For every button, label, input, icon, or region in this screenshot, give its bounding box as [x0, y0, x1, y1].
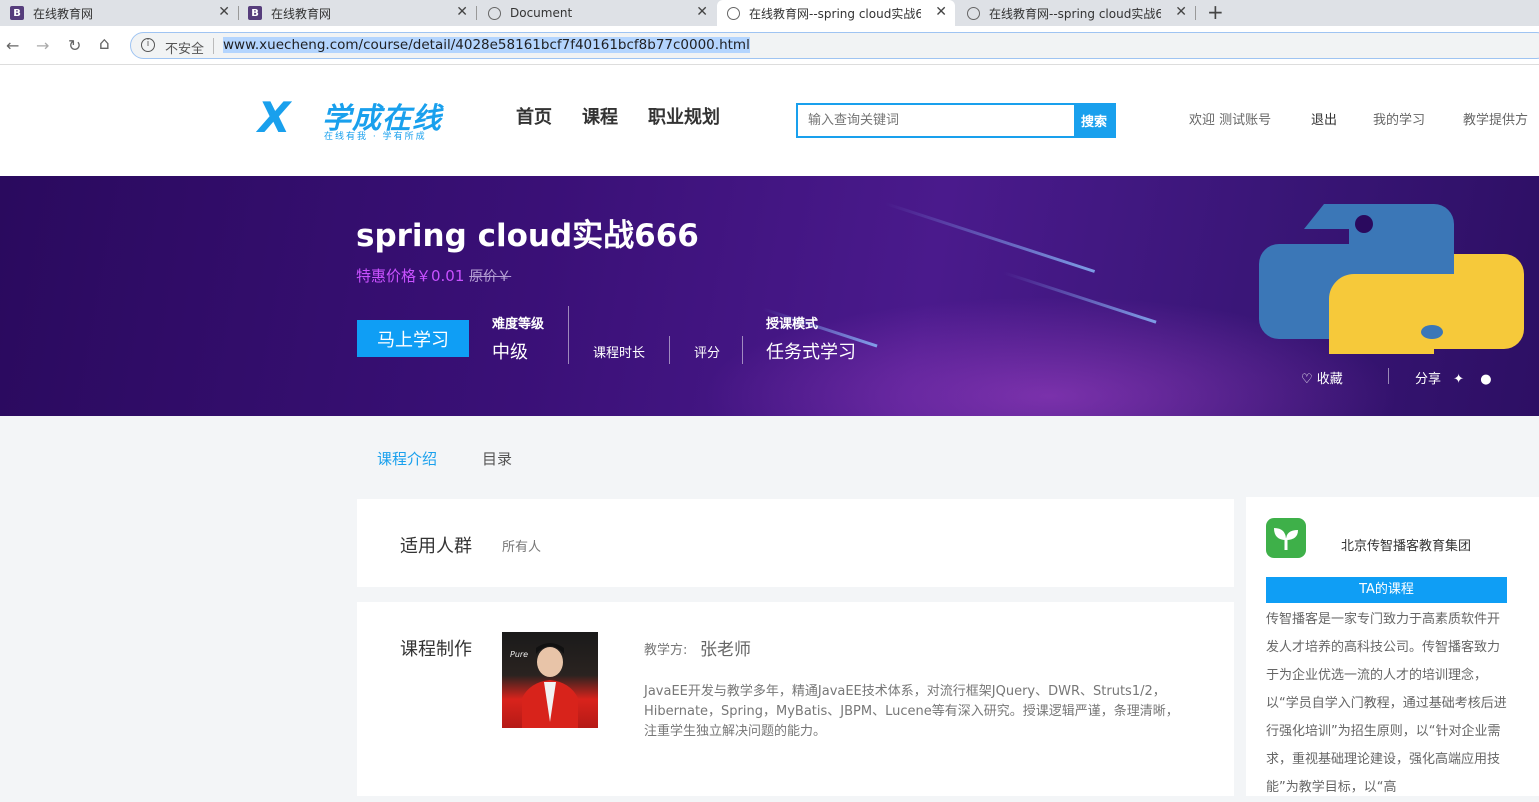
browser-tab-bar: B 在线教育网 ✕ B 在线教育网 ✕ Document ✕ 在线教育网--sp… [0, 0, 1539, 26]
globe-icon [727, 6, 740, 20]
close-icon[interactable]: ✕ [935, 4, 947, 20]
sprout-logo-icon [1266, 518, 1306, 558]
difficulty-label: 难度等级 [492, 317, 545, 332]
sprout-icon [1274, 528, 1298, 550]
tab-title: 在线教育网 [33, 6, 94, 21]
banner-streak [884, 202, 1096, 273]
stat-divider [568, 306, 569, 364]
globe-icon [967, 6, 980, 20]
course-title: spring cloud实战666 [356, 218, 699, 254]
python-logo-icon [1259, 204, 1524, 354]
browser-tab[interactable]: Document ✕ [478, 0, 716, 26]
ta-courses-button[interactable]: TA的课程 [1266, 577, 1507, 603]
tab-separator [476, 6, 477, 20]
action-divider [1388, 368, 1389, 384]
teacher-photo-drawing [522, 643, 578, 728]
wechat-icon[interactable]: ✦ [1453, 372, 1464, 387]
photo-caption: Pure [510, 650, 529, 659]
search-input[interactable] [798, 105, 1076, 136]
omnibox-divider [213, 38, 214, 54]
stat-divider [742, 336, 743, 364]
nav-home[interactable]: 首页 [516, 103, 552, 129]
teacher-name: 张老师 [700, 640, 751, 660]
browser-tab[interactable]: B 在线教育网 ✕ [0, 0, 239, 26]
mode-label: 授课模式 [766, 317, 819, 332]
organization-card: 北京传智播客教育集团 TA的课程 传智播客是一家专门致力于高素质软件开发人才培养… [1246, 497, 1539, 796]
bio-line: 注重学生独立解决问题的能力。 [644, 724, 827, 739]
home-icon[interactable]: ⌂ [99, 34, 110, 54]
audience-card: 适用人群 所有人 [357, 499, 1234, 587]
new-tab-button[interactable]: + [1207, 0, 1224, 26]
my-learning-link[interactable]: 我的学习 [1373, 109, 1425, 128]
course-banner: spring cloud实战666 特惠价格￥0.01 原价￥ 马上学习 难度等… [0, 176, 1539, 416]
organization-description: 传智播客是一家专门致力于高素质软件开发人才培养的高科技公司。传智播客致力于为企业… [1266, 612, 1507, 795]
audience-title: 适用人群 [400, 536, 472, 557]
logo-slogan: 在线有我 · 学有所成 [324, 132, 427, 142]
production-title: 课程制作 [400, 639, 472, 660]
forward-icon[interactable]: → [36, 36, 49, 55]
browser-tab[interactable]: B 在线教育网 ✕ [238, 0, 477, 26]
close-icon[interactable]: ✕ [696, 4, 708, 20]
browser-tab-active[interactable]: 在线教育网--spring cloud实战666 ✕ [717, 0, 955, 26]
sale-price: 特惠价格￥0.01 [356, 267, 465, 285]
tab-title: 在线教育网--spring cloud实战666 [989, 6, 1161, 21]
favorite-label: 收藏 [1316, 372, 1343, 387]
bio-line: Hibernate，Spring，MyBatis、JBPM、Lucene等有深入… [644, 704, 1179, 719]
share-label: 分享 [1415, 372, 1442, 387]
security-label[interactable]: 不安全 [165, 38, 204, 57]
close-icon[interactable]: ✕ [456, 4, 468, 20]
tab-title: Document [510, 6, 573, 20]
search-button[interactable]: 搜索 [1074, 105, 1114, 136]
close-icon[interactable]: ✕ [218, 4, 230, 20]
tab-title: 在线教育网--spring cloud实战666 [749, 6, 921, 21]
site-header: X 学成在线 在线有我 · 学有所成 首页 课程 职业规划 搜索 欢迎 测试账号… [0, 65, 1539, 176]
teacher-photo: Pure [502, 632, 598, 728]
logout-link[interactable]: 退出 [1311, 109, 1337, 128]
tab-title: 在线教育网 [271, 6, 332, 21]
bootstrap-icon: B [10, 6, 24, 20]
main-nav: 首页 课程 职业规划 [516, 103, 720, 129]
address-bar-row: ← → ↻ ⌂ i 不安全 www.xuecheng.com/course/de… [0, 26, 1539, 65]
reload-icon[interactable]: ↻ [68, 36, 81, 55]
bio-line: JavaEE开发与教学多年，精通JavaEE技术体系，对流行框架JQuery、D… [644, 684, 1166, 699]
search-box: 搜索 [796, 103, 1116, 138]
welcome-text: 欢迎 测试账号 [1189, 113, 1272, 128]
back-icon[interactable]: ← [6, 36, 19, 55]
course-tabs: 课程介绍 目录 [377, 448, 512, 469]
nav-career[interactable]: 职业规划 [648, 103, 720, 129]
nav-courses[interactable]: 课程 [582, 103, 618, 129]
tab-separator [1195, 6, 1196, 20]
teacher-bio: JavaEE开发与教学多年，精通JavaEE技术体系，对流行框架JQuery、D… [644, 682, 1204, 742]
duration-label: 课程时长 [593, 346, 646, 361]
bootstrap-icon: B [248, 6, 262, 20]
mode-value: 任务式学习 [766, 342, 856, 363]
course-price: 特惠价格￥0.01 原价￥ [356, 265, 511, 286]
production-card: 课程制作 教学方: 张老师 JavaEE开发与教学多年，精通JavaEE技术体系… [357, 602, 1234, 796]
provider-link[interactable]: 教学提供方 [1463, 109, 1528, 128]
tab-catalog[interactable]: 目录 [482, 448, 512, 469]
teacher-label: 教学方: [644, 643, 688, 658]
heart-icon: ♡ [1301, 372, 1313, 387]
close-icon[interactable]: ✕ [1175, 4, 1187, 20]
stat-divider [669, 336, 670, 364]
start-learning-button[interactable]: 马上学习 [357, 320, 469, 357]
difficulty-value: 中级 [492, 342, 528, 363]
audience-value: 所有人 [502, 540, 542, 555]
info-icon[interactable]: i [141, 38, 155, 52]
original-price: 原价￥ [469, 269, 512, 285]
qq-icon[interactable]: ● [1480, 372, 1491, 387]
rating-label: 评分 [694, 346, 721, 361]
tab-course-intro[interactable]: 课程介绍 [377, 448, 437, 469]
omnibox[interactable]: i 不安全 www.xuecheng.com/course/detail/402… [130, 32, 1539, 59]
favorite-button[interactable]: ♡ 收藏 [1301, 368, 1343, 387]
url-text[interactable]: www.xuecheng.com/course/detail/4028e5816… [223, 37, 750, 53]
browser-tab[interactable]: 在线教育网--spring cloud实战666 ✕ [957, 0, 1196, 26]
globe-icon [488, 6, 501, 20]
logo-x-icon: X [258, 93, 291, 142]
share-button[interactable]: 分享 ✦ ● [1415, 368, 1492, 387]
organization-name: 北京传智播客教育集团 [1341, 539, 1472, 554]
site-logo[interactable]: X 学成在线 在线有我 · 学有所成 [258, 93, 458, 143]
